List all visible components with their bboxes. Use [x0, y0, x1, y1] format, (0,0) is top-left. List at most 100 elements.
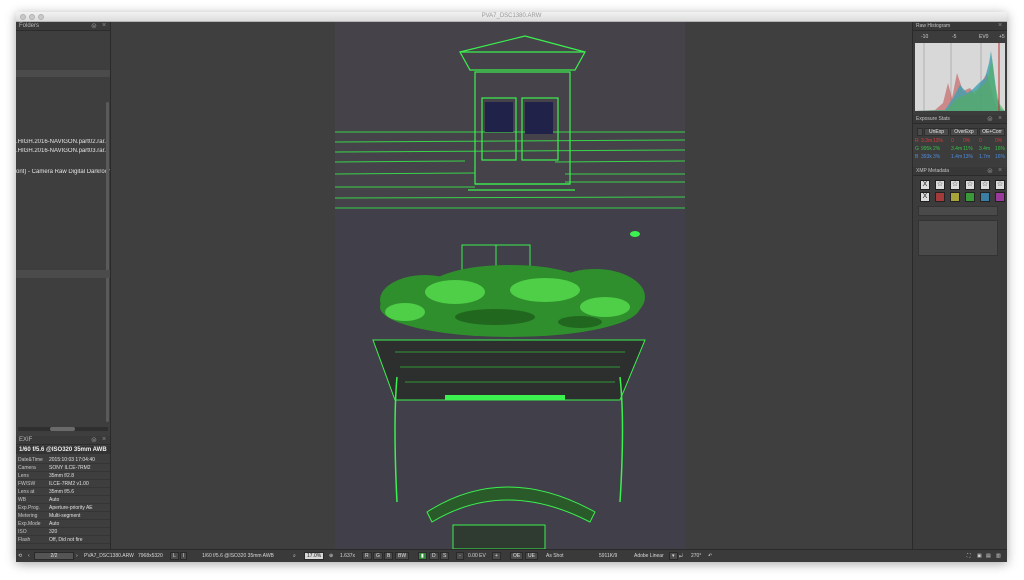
exif-key: Lens at	[18, 489, 35, 495]
exposure-stat-cell: B	[915, 154, 919, 160]
folder-row[interactable]	[16, 270, 110, 278]
exposure-stat-cell: 11%	[963, 146, 973, 152]
color-label-swatch[interactable]	[995, 192, 1005, 202]
panel-close-icon[interactable]: ×	[998, 115, 1002, 122]
exif-panel-title: EXIF	[19, 437, 33, 443]
edges-toggle[interactable]: ▮	[418, 552, 427, 560]
layout-icon[interactable]: ▤	[986, 552, 991, 560]
xmp-title-field[interactable]	[918, 206, 998, 216]
exposure-stat-cell: 3%	[933, 154, 941, 160]
exposure-stat-row: B 393k 3% 1.4m 13% 1.7m 16%	[915, 154, 1005, 161]
panel-options-icon[interactable]: ⊜	[987, 167, 993, 175]
color-label-swatch[interactable]	[935, 192, 945, 202]
tone-curve-label[interactable]: Adobe Linear	[634, 552, 664, 560]
rotate-left-icon[interactable]: ⟲	[18, 552, 22, 560]
exposure-stat-cell: 3.3m	[921, 138, 933, 144]
star-rating-3-button[interactable]: ☆	[965, 180, 975, 190]
panel-options-icon[interactable]: ⊜	[91, 22, 97, 30]
raw-preview-image	[335, 22, 685, 549]
panel-options-icon[interactable]: ⊜	[91, 436, 97, 444]
fullscreen-icon[interactable]: ⛶	[967, 552, 971, 560]
exposure-panel-title: Exposure Stats	[916, 116, 950, 122]
histogram-panel-header: Raw Histogram ×	[913, 22, 1007, 31]
exif-summary: 1/60 f/5.6 @ISO320 35mm AWB	[16, 446, 110, 454]
exif-key: Flash	[18, 537, 31, 543]
star-rating-1-button[interactable]: ☆	[935, 180, 945, 190]
unexp-button[interactable]: UnExp	[924, 128, 949, 136]
raw-histogram	[915, 43, 1005, 111]
ev-plus-button[interactable]: +	[492, 552, 501, 560]
image-viewer[interactable]	[111, 22, 912, 549]
exif-panel-header: EXIF ⊜ ×	[16, 436, 110, 445]
channel-b-button[interactable]: B	[384, 552, 394, 560]
folder-item[interactable]: .HIGH.2016-NAVIGON.part03.rar.d	[16, 148, 110, 154]
color-label-swatch[interactable]	[965, 192, 975, 202]
window-mode-icon[interactable]: ▣	[977, 552, 982, 560]
stats-checkbox[interactable]	[917, 128, 923, 136]
exif-value: 2015:10:03 17:04:40	[49, 457, 95, 463]
panel-close-icon[interactable]: ×	[998, 22, 1002, 29]
exposure-stat-cell: R	[915, 138, 919, 144]
clear-color-label-button[interactable]: X	[920, 192, 930, 202]
mode-s-button[interactable]: S	[440, 552, 450, 560]
histogram-plot	[915, 43, 1005, 111]
ratio-label: 1.637x	[340, 553, 356, 559]
color-label-swatch[interactable]	[980, 192, 990, 202]
channel-g-button[interactable]: G	[373, 552, 383, 560]
curve-dropdown-icon[interactable]: ▾	[669, 552, 678, 560]
l-button[interactable]: L	[170, 552, 179, 560]
exposure-stat-cell: 0	[951, 138, 954, 144]
ev-minus-button[interactable]: -	[456, 552, 464, 560]
star-rating-4-button[interactable]: ☆	[980, 180, 990, 190]
mode-d-button[interactable]: D	[429, 552, 439, 560]
channel-r-button[interactable]: R	[362, 552, 372, 560]
reject-button[interactable]: X	[920, 180, 930, 190]
exposure-stat-cell: 3.4m	[951, 146, 963, 152]
exposure-stat-cell: 393k	[921, 154, 932, 160]
panel-close-icon[interactable]: ×	[102, 22, 106, 29]
panel-close-icon[interactable]: ×	[102, 436, 106, 443]
page-indicator: 2/2	[34, 552, 74, 560]
panel-close-icon[interactable]: ×	[998, 167, 1002, 174]
exposure-stat-cell: 13%	[933, 138, 944, 144]
rotate-icon[interactable]: ⤾	[679, 552, 683, 560]
panel-toggle-icon[interactable]: ▥	[996, 552, 1001, 560]
oe-button[interactable]: OE	[510, 552, 524, 560]
folder-item[interactable]: .HIGH.2016-NAVIGON.part02.rar.d	[16, 139, 110, 145]
ue-button[interactable]: UE	[525, 552, 538, 560]
page-text: 2/2	[50, 553, 58, 559]
exif-value: 320	[49, 529, 58, 535]
prev-image-icon[interactable]: ‹	[28, 552, 30, 560]
star-rating-2-button[interactable]: ☆	[950, 180, 960, 190]
undo-icon[interactable]: ↶	[708, 552, 712, 560]
exif-key: WB	[18, 497, 27, 503]
folders-horizontal-scrollbar[interactable]	[18, 427, 108, 431]
exif-key: Metering	[18, 513, 38, 519]
exif-value: Auto	[49, 497, 60, 503]
exif-key: Date&Time	[18, 457, 43, 463]
exif-row: ISO 320	[16, 528, 110, 536]
overexp-button[interactable]: OverExp	[950, 128, 978, 136]
color-label-swatch[interactable]	[950, 192, 960, 202]
i-button[interactable]: I	[180, 552, 188, 560]
zoom-icon[interactable]: ⌕	[293, 552, 296, 560]
folder-item[interactable]: ont) - Camera Raw Digital Darkroom	[16, 169, 110, 175]
exif-row: FW/SW ILCE-7RM2 v1.00	[16, 480, 110, 488]
white-balance-label[interactable]: As Shot	[546, 552, 564, 560]
folders-vertical-scrollbar[interactable]	[106, 102, 109, 422]
next-image-icon[interactable]: ›	[76, 552, 78, 560]
exif-row: Camera SONY ILCE-7RM2	[16, 464, 110, 472]
xmp-description-field[interactable]	[918, 220, 998, 256]
zoom-step-icon[interactable]: ⊕	[329, 552, 333, 560]
exposure-stat-cell: 995k	[921, 146, 932, 152]
panel-options-icon[interactable]: ⊜	[987, 115, 993, 123]
exif-value: 35mm f/5.6	[49, 489, 75, 495]
oe-corr-button[interactable]: OE+Corr	[979, 128, 1005, 136]
star-rating-5-button[interactable]: ☆	[995, 180, 1005, 190]
zoom-level[interactable]: 17.0%	[304, 552, 325, 560]
folder-row-selected[interactable]	[16, 70, 110, 77]
exif-key: Lens	[18, 473, 29, 479]
channel-bw-button[interactable]: BW	[395, 552, 410, 560]
exposure-stat-cell: 1.4m	[951, 154, 963, 160]
exif-row: Flash Off, Did not fire	[16, 536, 110, 544]
